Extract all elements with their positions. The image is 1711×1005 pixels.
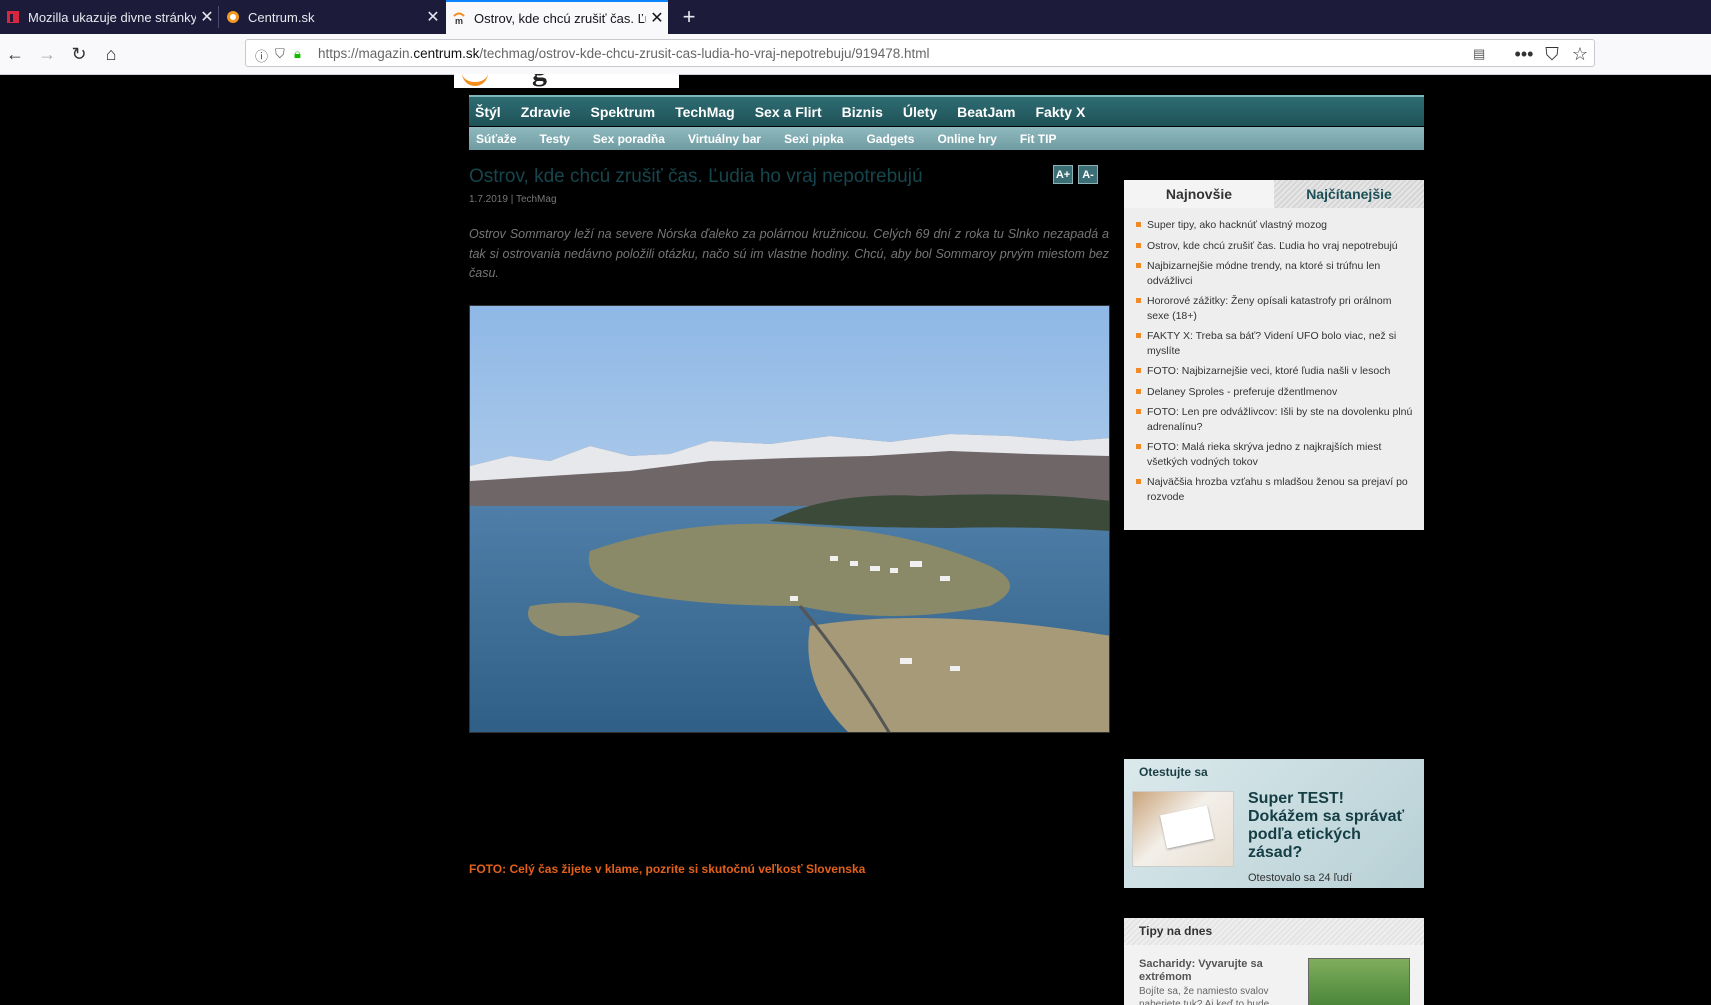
sub-navigation: Súťaže Testy Sex poradňa Virtuálny bar S…	[469, 127, 1424, 150]
tab-title: Ostrov, kde chcú zrušiť čas. Ľud	[474, 10, 646, 26]
nav-item-spektrum[interactable]: Spektrum	[591, 104, 656, 120]
tab-strip: Mozilla ukazuje divne stránky – ✕ Centru…	[0, 0, 1711, 34]
back-arrow-icon: ←	[6, 44, 24, 64]
home-icon: ⌂	[105, 44, 117, 64]
tips-box-label: Tipy na dnes	[1124, 918, 1424, 945]
site-logo[interactable]: g	[454, 74, 679, 88]
reader-view-icon[interactable]: ▤	[1473, 46, 1485, 62]
navigation-toolbar: ← → ↻ ⌂ ⓘ ⛉ 🔒︎ https://magazin.centrum.s…	[0, 34, 1711, 75]
logo-letter-icon: g	[532, 74, 547, 88]
quiz-promo-box[interactable]: Otestujte sa Super TEST! Dokážem sa sprá…	[1124, 759, 1424, 888]
tab-separator	[218, 6, 219, 28]
subnav-item-virtualny-bar[interactable]: Virtuálny bar	[688, 132, 761, 146]
info-icon[interactable]: ⓘ	[255, 46, 268, 65]
pocket-favicon-icon	[7, 11, 19, 23]
list-item[interactable]: FOTO: Najbizarnejšie veci, ktoré ľudia n…	[1134, 364, 1414, 379]
meta-separator: |	[510, 194, 514, 205]
nav-item-ulety[interactable]: Úlety	[903, 104, 937, 120]
tab-title: Mozilla ukazuje divne stránky –	[28, 9, 196, 25]
reload-button[interactable]: ↻	[67, 42, 91, 66]
quiz-title[interactable]: Super TEST! Dokážem sa správať podľa eti…	[1248, 790, 1418, 862]
new-tab-button[interactable]: +	[676, 4, 702, 30]
subnav-item-fit-tip[interactable]: Fit TIP	[1020, 132, 1057, 146]
nav-item-styl[interactable]: Štýl	[475, 104, 501, 120]
tab-article[interactable]: m Ostrov, kde chcú zrušiť čas. Ľud ✕	[446, 0, 668, 34]
article-lead: Ostrov Sommaroy leží na severe Nórska ďa…	[469, 227, 1109, 280]
related-article-link[interactable]: FOTO: Celý čas žijete v klame, pozrite s…	[469, 862, 865, 876]
centrum-favicon-icon	[227, 11, 239, 23]
island-landscape-image	[470, 306, 1109, 732]
url-domain: centrum.sk	[413, 46, 480, 61]
font-increase-button[interactable]: A+	[1053, 165, 1073, 184]
subnav-item-online-hry[interactable]: Online hry	[937, 132, 996, 146]
logo-arc-icon	[462, 74, 488, 86]
svg-text:m: m	[455, 16, 463, 25]
article-list: Super tipy, ako hacknúť vlastný mozog Os…	[1124, 208, 1424, 504]
tip-thumbnail[interactable]	[1308, 958, 1410, 1005]
list-item[interactable]: FOTO: Malá rieka skrýva jedno z najkrajš…	[1134, 440, 1414, 469]
quiz-thumbnail[interactable]	[1132, 791, 1234, 867]
font-decrease-button[interactable]: A-	[1078, 165, 1098, 184]
nav-item-techmag[interactable]: TechMag	[675, 104, 735, 120]
page-actions-menu-icon[interactable]: •••	[1512, 42, 1536, 66]
subnav-item-sutaze[interactable]: Súťaže	[476, 132, 516, 146]
close-tab-icon[interactable]: ✕	[422, 7, 444, 27]
tip-title[interactable]: Sacharidy: Vyvarujte sa extrémom	[1139, 958, 1299, 984]
url-text[interactable]: https://magazin.centrum.sk/techmag/ostro…	[318, 46, 930, 61]
tab-najcitanejsie[interactable]: Najčítanejšie	[1274, 180, 1424, 208]
list-item[interactable]: Najbizarnejšie módne trendy, na ktoré si…	[1134, 259, 1414, 288]
list-item[interactable]: Super tipy, ako hacknúť vlastný mozog	[1134, 218, 1414, 233]
url-bar[interactable]: ⓘ ⛉ 🔒︎ https://magazin.centrum.sk/techma…	[245, 39, 1595, 67]
forward-button[interactable]: →	[35, 42, 59, 66]
nav-item-sex-a-flirt[interactable]: Sex a Flirt	[755, 104, 822, 120]
article-title: Ostrov, kde chcú zrušiť čas. Ľudia ho vr…	[469, 166, 923, 187]
home-button[interactable]: ⌂	[99, 42, 123, 66]
article-meta: 1.7.2019 | TechMag	[469, 194, 557, 205]
quiz-count: Otestovalo sa 24 ľudí	[1248, 872, 1353, 884]
subnav-item-sex-poradna[interactable]: Sex poradňa	[593, 132, 665, 146]
tab-najnovsie[interactable]: Najnovšie	[1124, 180, 1274, 208]
nav-item-zdravie[interactable]: Zdravie	[521, 104, 571, 120]
main-navigation: Štýl Zdravie Spektrum TechMag Sex a Flir…	[469, 95, 1424, 126]
url-prefix: https://magazin.	[318, 46, 414, 61]
subnav-item-gadgets[interactable]: Gadgets	[866, 132, 914, 146]
bookmark-star-icon[interactable]: ☆	[1568, 42, 1592, 66]
list-item[interactable]: Ostrov, kde chcú zrušiť čas. Ľudia ho vr…	[1134, 239, 1414, 254]
back-button[interactable]: ←	[3, 42, 27, 66]
close-tab-icon[interactable]: ✕	[196, 7, 218, 27]
url-path: /techmag/ostrov-kde-chcu-zrusit-cas-ludi…	[479, 46, 930, 61]
forward-arrow-icon: →	[38, 44, 56, 64]
tips-box: Tipy na dnes Sacharidy: Vyvarujte sa ext…	[1124, 918, 1424, 1005]
list-item[interactable]: Hororové zážitky: Ženy opísali katastrof…	[1134, 294, 1414, 323]
widget-tabs: Najnovšie Najčítanejšie	[1124, 180, 1424, 208]
tracking-shield-icon[interactable]: ⛉	[275, 46, 285, 62]
article-section-link[interactable]: TechMag	[516, 194, 557, 205]
reload-icon: ↻	[71, 44, 87, 64]
subnav-item-sexi-pipka[interactable]: Sexi pipka	[784, 132, 843, 146]
pocket-icon[interactable]: ⛉	[1540, 42, 1564, 66]
nav-item-fakty-x[interactable]: Fakty X	[1035, 104, 1085, 120]
tab-mozilla[interactable]: Mozilla ukazuje divne stránky – ✕	[0, 0, 218, 34]
close-tab-icon[interactable]: ✕	[646, 8, 668, 28]
article-photo	[469, 305, 1110, 733]
nav-item-beatjam[interactable]: BeatJam	[957, 104, 1015, 120]
quiz-box-label: Otestujte sa	[1139, 765, 1208, 779]
article-date: 1.7.2019	[469, 194, 508, 205]
lock-icon[interactable]: 🔒︎	[294, 46, 301, 62]
tip-description: Bojíte sa, že namiesto svalov naberiete …	[1139, 986, 1270, 1005]
subnav-item-testy[interactable]: Testy	[539, 132, 569, 146]
list-item[interactable]: Delaney Sproles - preferuje džentlmenov	[1134, 385, 1414, 400]
nav-item-biznis[interactable]: Biznis	[842, 104, 883, 120]
list-item[interactable]: Najväčšia hrozba vzťahu s mladšou ženou …	[1134, 475, 1414, 504]
tab-centrum[interactable]: Centrum.sk ✕	[220, 0, 444, 34]
tab-title: Centrum.sk	[248, 9, 315, 25]
list-item[interactable]: FAKTY X: Treba sa báť? Videní UFO bolo v…	[1134, 329, 1414, 358]
magazin-favicon-icon: m	[453, 12, 465, 25]
article-list-widget: Najnovšie Najčítanejšie Super tipy, ako …	[1124, 180, 1424, 530]
notepad-icon	[1159, 805, 1215, 849]
list-item[interactable]: FOTO: Len pre odvážlivcov: Išli by ste n…	[1134, 405, 1414, 434]
